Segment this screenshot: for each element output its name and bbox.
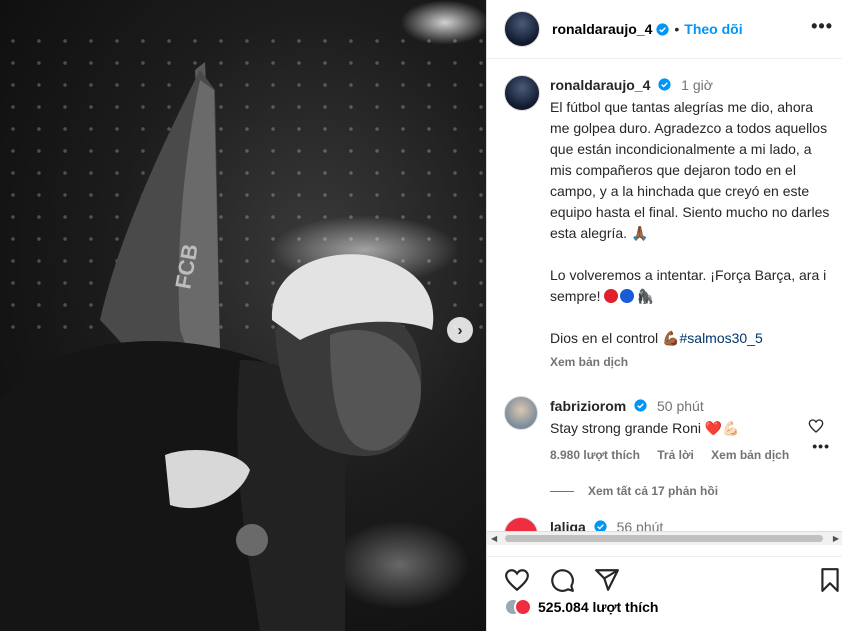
comments-scroll-area[interactable]: ronaldaraujo_4 1 giờ El fútbol que tanta… — [487, 60, 842, 531]
author-avatar[interactable] — [504, 11, 540, 47]
comment-avatar[interactable] — [504, 396, 538, 430]
verified-icon — [656, 22, 669, 36]
caption-text-3: Dios en el control 💪🏾#salmos30_5 — [550, 330, 763, 346]
horizontal-scrollbar[interactable]: ◀ ▶ — [487, 531, 842, 545]
post-photo: FCB › — [0, 0, 486, 631]
verified-icon — [634, 399, 647, 412]
comment-username[interactable]: laliga — [550, 519, 586, 531]
likes-summary: 525.084 lượt thích — [504, 598, 658, 616]
caption-text-2: Lo volveremos a intentar. ¡Força Barça, … — [550, 267, 831, 304]
action-bar — [487, 556, 842, 596]
chevron-right-icon: › — [457, 321, 463, 339]
next-image-button[interactable]: › — [447, 317, 473, 343]
heart-icon[interactable] — [504, 567, 530, 593]
more-icon[interactable]: ••• — [811, 16, 833, 37]
reply-button[interactable]: Trả lời — [657, 448, 694, 462]
heart-icon[interactable] — [808, 418, 824, 434]
post-header: ronaldaraujo_4 • Theo dõi ••• — [487, 0, 842, 59]
hashtag-link[interactable]: #salmos30_5 — [680, 330, 763, 346]
comment-icon[interactable] — [549, 567, 575, 593]
follow-button[interactable]: Theo dõi — [684, 21, 742, 37]
blue-circle-emoji — [620, 289, 635, 303]
view-replies-link[interactable]: Xem tất cả 17 phản hồi — [550, 484, 718, 498]
player-silhouette: FCB — [0, 62, 434, 631]
comment-username[interactable]: fabriziorom — [550, 398, 626, 414]
scroll-right-icon[interactable]: ▶ — [833, 534, 839, 543]
comment-avatar[interactable] — [504, 517, 538, 531]
caption-username[interactable]: ronaldaraujo_4 — [550, 77, 650, 93]
likes-count[interactable]: 525.084 lượt thích — [538, 599, 658, 615]
scroll-left-icon[interactable]: ◀ — [491, 534, 497, 543]
post-panel: ronaldaraujo_4 • Theo dõi ••• ronaldarau… — [486, 0, 842, 631]
caption-text: El fútbol que tantas alegrías me dio, ah… — [550, 99, 834, 241]
comment-time[interactable]: 56 phút — [617, 519, 664, 531]
share-icon[interactable] — [594, 567, 620, 593]
comment-text: Stay strong grande Roni ❤️💪🏻 — [550, 420, 740, 436]
caption-time[interactable]: 1 giờ — [681, 77, 713, 93]
liker-avatar[interactable] — [514, 598, 532, 616]
bookmark-icon[interactable] — [817, 567, 842, 593]
comment-translate-link[interactable]: Xem bản dịch — [711, 448, 789, 462]
author-username[interactable]: ronaldaraujo_4 — [552, 21, 652, 37]
caption-translate-link[interactable]: Xem bản dịch — [550, 355, 835, 369]
caption-avatar[interactable] — [504, 75, 540, 111]
comment-time[interactable]: 50 phút — [657, 398, 704, 414]
scrollbar-thumb[interactable] — [505, 535, 823, 542]
separator-dot: • — [674, 21, 680, 37]
comment-more-icon[interactable]: ••• — [812, 438, 830, 454]
verified-icon — [594, 520, 607, 531]
red-circle-emoji — [604, 289, 619, 303]
verified-icon — [658, 78, 671, 91]
comment-likes[interactable]: 8.980 lượt thích — [550, 448, 640, 462]
